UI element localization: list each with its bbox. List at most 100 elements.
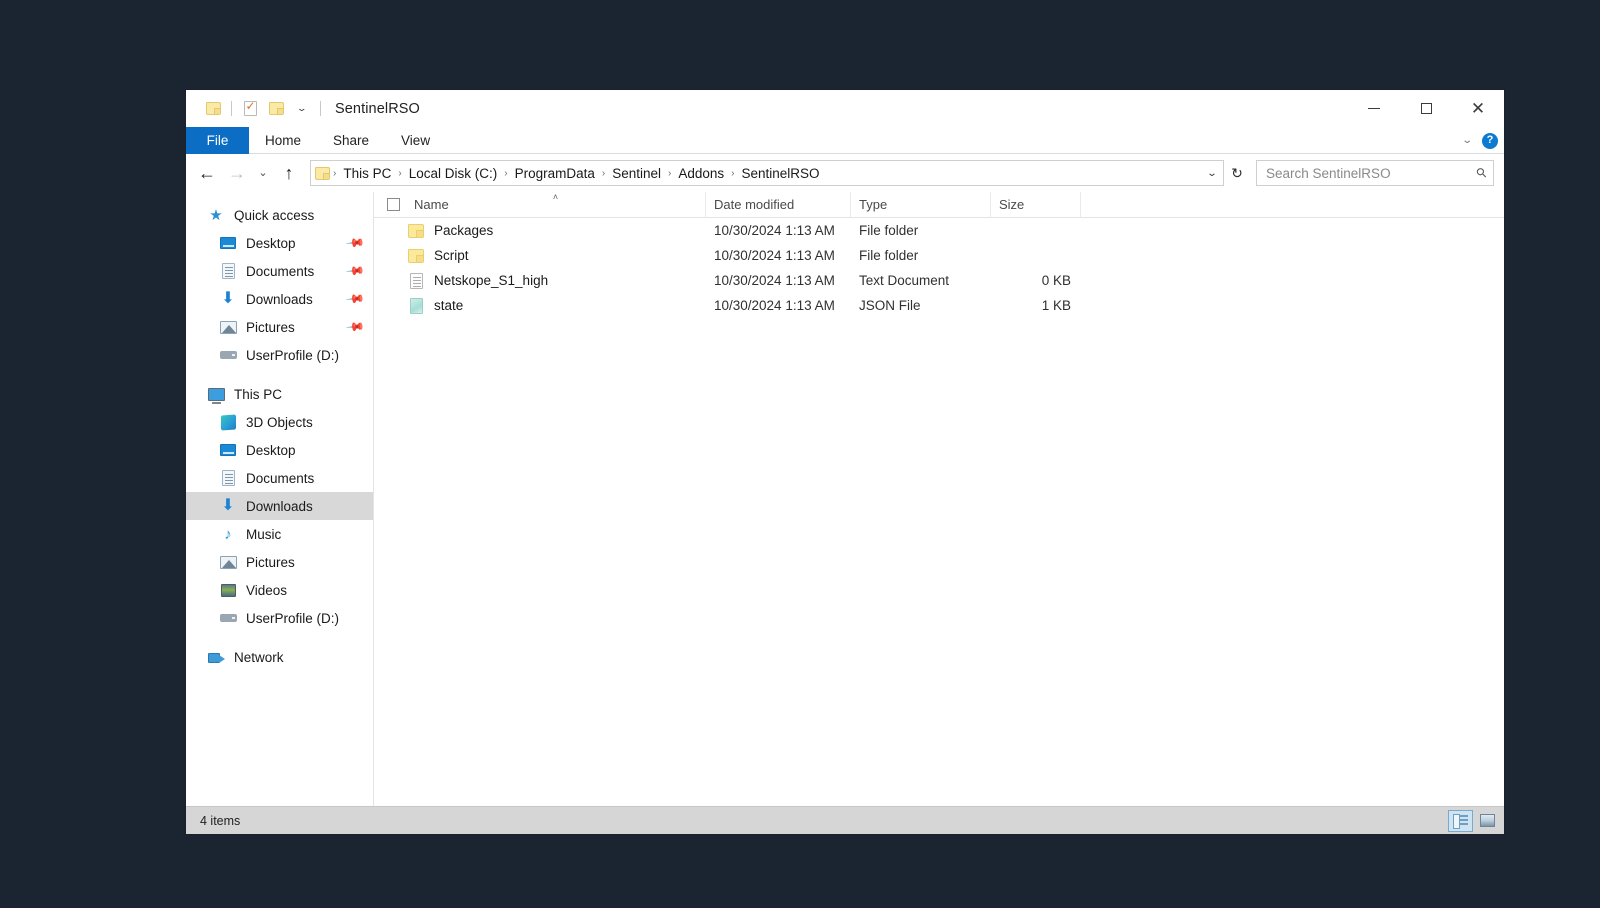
sidebar-item-3d-objects[interactable]: 3D Objects <box>186 408 373 436</box>
breadcrumb-item-addons[interactable]: Addons <box>672 166 730 181</box>
breadcrumb-item-sentinelrso[interactable]: SentinelRSO <box>735 166 825 181</box>
sidebar-group-this-pc[interactable]: This PC <box>186 380 373 408</box>
sidebar-group-quick-access[interactable]: ★ Quick access <box>186 201 373 229</box>
sidebar-item-downloads[interactable]: ⬇ Downloads <box>186 492 373 520</box>
sidebar-group-label: Network <box>234 649 284 665</box>
sidebar-item-pictures[interactable]: Pictures <box>186 548 373 576</box>
refresh-button[interactable]: ↻ <box>1224 160 1250 186</box>
sidebar-item-userprofile-d-qa[interactable]: UserProfile (D:) <box>186 341 373 369</box>
expand-ribbon-chevron-down-icon[interactable]: ⌄ <box>1461 135 1473 146</box>
recent-locations-button[interactable]: ⌄ <box>252 158 274 188</box>
file-name-cell[interactable]: Netskope_S1_high <box>380 268 706 293</box>
column-header-label: Size <box>999 197 1025 212</box>
address-bar: ← → ⌄ ↑ › This PC › Local Disk (C:) › Pr… <box>186 154 1504 192</box>
select-all-checkbox[interactable] <box>386 198 400 211</box>
window-body: ★ Quick access Desktop 📌 Documents 📌 ⬇ D… <box>186 191 1504 806</box>
sidebar-item-documents[interactable]: Documents <box>186 464 373 492</box>
pin-icon: 📌 <box>345 260 366 282</box>
chevron-down-icon: ⌄ <box>258 166 268 179</box>
monitor-icon <box>218 235 238 252</box>
download-arrow-icon: ⬇ <box>221 497 235 514</box>
this-pc-icon <box>206 386 226 404</box>
file-name-cell[interactable]: Packages <box>380 218 706 243</box>
help-icon[interactable]: ? <box>1482 132 1498 149</box>
minimize-button[interactable] <box>1348 90 1400 127</box>
back-button[interactable]: ← <box>192 158 222 188</box>
sidebar-item-label: Desktop <box>246 442 296 458</box>
sidebar-item-videos[interactable]: Videos <box>186 576 373 604</box>
breadcrumb-item-local-disk-c[interactable]: Local Disk (C:) <box>403 166 504 181</box>
column-header-date-modified[interactable]: Date modified <box>706 191 851 218</box>
file-name-cell[interactable]: Script <box>380 243 706 268</box>
select-all-checkbox-header[interactable] <box>380 192 406 218</box>
arrow-up-icon: ↑ <box>284 163 294 183</box>
breadcrumb-bar[interactable]: › This PC › Local Disk (C:) › ProgramDat… <box>310 160 1224 186</box>
search-box[interactable]: ⚲ <box>1256 160 1494 186</box>
details-view-button[interactable] <box>1448 809 1473 832</box>
tab-view[interactable]: View <box>385 127 446 154</box>
tab-home[interactable]: Home <box>249 127 317 154</box>
title-bar: ⌄ SentinelRSO ✕ <box>186 90 1504 127</box>
network-icon <box>206 649 226 666</box>
sidebar-item-music[interactable]: ♪ Music <box>186 520 373 548</box>
qat-separator-2 <box>320 101 321 116</box>
sidebar-item-label: Desktop <box>246 235 296 251</box>
file-list[interactable]: Packages 10/30/2024 1:13 AM File folder … <box>374 218 1504 806</box>
up-button[interactable]: ↑ <box>274 158 304 188</box>
column-header-size[interactable]: Size <box>991 191 1081 218</box>
tab-file[interactable]: File <box>186 127 249 154</box>
breadcrumb: › This PC › Local Disk (C:) › ProgramDat… <box>332 166 1201 181</box>
sidebar-item-documents-qa[interactable]: Documents 📌 <box>186 257 373 285</box>
sidebar-item-desktop-qa[interactable]: Desktop 📌 <box>186 229 373 257</box>
column-headers: ˄ Name Date modified Type Size <box>374 191 1504 218</box>
details-view-icon <box>1453 814 1468 829</box>
qat-folder-icon-button[interactable] <box>200 96 226 122</box>
file-type-cell: JSON File <box>859 298 921 313</box>
sidebar-item-downloads-qa[interactable]: ⬇ Downloads 📌 <box>186 285 373 313</box>
sidebar-group-network[interactable]: Network <box>186 643 373 671</box>
close-button[interactable]: ✕ <box>1452 90 1504 127</box>
breadcrumb-item-this-pc[interactable]: This PC <box>337 166 397 181</box>
refresh-icon: ↻ <box>1231 164 1243 181</box>
sidebar-item-label: UserProfile (D:) <box>246 610 340 626</box>
arrow-right-icon: → <box>228 163 246 183</box>
column-header-type[interactable]: Type <box>851 191 991 218</box>
file-name-label: Script <box>434 248 469 263</box>
ribbon-right-controls: ⌄ ? <box>1461 127 1498 154</box>
table-row[interactable]: Packages 10/30/2024 1:13 AM File folder <box>380 218 1504 243</box>
forward-button[interactable]: → <box>222 158 252 188</box>
sidebar-item-label: Pictures <box>246 319 295 335</box>
sidebar-item-desktop[interactable]: Desktop <box>186 436 373 464</box>
table-row[interactable]: state 10/30/2024 1:13 AM JSON File 1 KB <box>380 293 1504 318</box>
maximize-button[interactable] <box>1400 90 1452 127</box>
window-title: SentinelRSO <box>335 100 420 117</box>
qat-properties-button[interactable] <box>237 96 263 122</box>
navigation-pane[interactable]: ★ Quick access Desktop 📌 Documents 📌 ⬇ D… <box>186 192 374 806</box>
folder-icon <box>268 102 284 115</box>
document-icon <box>218 263 238 280</box>
file-date-cell: 10/30/2024 1:13 AM <box>714 248 835 263</box>
table-row[interactable]: Netskope_S1_high 10/30/2024 1:13 AM Text… <box>380 268 1504 293</box>
file-name-label: state <box>434 298 464 313</box>
file-date-cell: 10/30/2024 1:13 AM <box>714 223 835 238</box>
search-input[interactable] <box>1266 165 1478 181</box>
breadcrumb-dropdown-chevron-down-icon[interactable]: ⌄ <box>1198 161 1227 185</box>
large-icons-view-button[interactable] <box>1475 810 1500 832</box>
breadcrumb-item-sentinel[interactable]: Sentinel <box>606 166 667 181</box>
quick-access-toolbar: ⌄ <box>186 96 326 122</box>
column-header-label: Type <box>859 197 888 212</box>
qat-customize-dropdown[interactable]: ⌄ <box>289 96 315 122</box>
file-type-cell: File folder <box>859 248 919 263</box>
pin-icon: 📌 <box>345 232 366 254</box>
file-size-cell <box>991 218 1081 243</box>
tab-share[interactable]: Share <box>317 127 385 154</box>
breadcrumb-item-programdata[interactable]: ProgramData <box>509 166 601 181</box>
qat-new-folder-button[interactable] <box>263 96 289 122</box>
table-row[interactable]: Script 10/30/2024 1:13 AM File folder <box>380 243 1504 268</box>
file-size-cell <box>991 243 1081 268</box>
sidebar-item-pictures-qa[interactable]: Pictures 📌 <box>186 313 373 341</box>
file-name-cell[interactable]: state <box>380 293 706 318</box>
sidebar-item-label: Downloads <box>246 291 313 307</box>
sidebar-item-userprofile-d[interactable]: UserProfile (D:) <box>186 604 373 632</box>
column-header-name[interactable]: ˄ Name <box>406 191 706 218</box>
